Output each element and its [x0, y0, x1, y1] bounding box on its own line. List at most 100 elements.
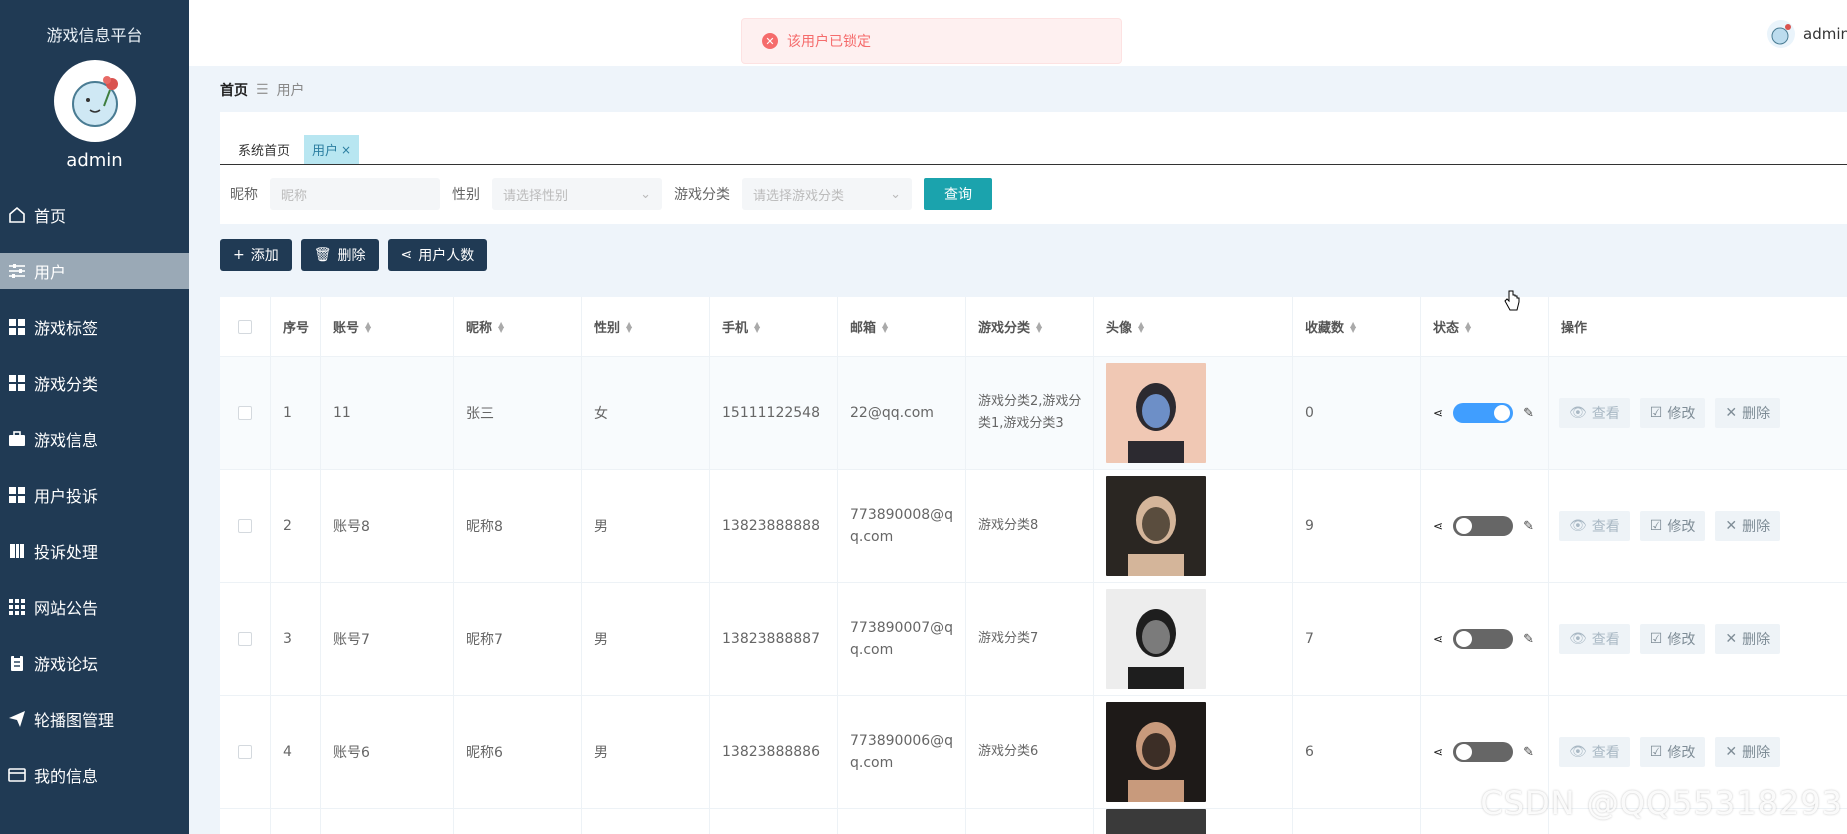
sidebar-item-label: 游戏信息 [34, 431, 99, 450]
top-user-menu[interactable]: admin [1767, 20, 1847, 48]
status-toggle[interactable] [1453, 742, 1514, 762]
edit-pen-icon[interactable]: ✎ [1523, 519, 1534, 534]
delete-button[interactable]: 🗑 删除 [300, 239, 379, 271]
sidebar-item-game-tags[interactable]: 游戏标签 [0, 309, 189, 345]
cell-operations: 👁 查看 ☑ 修改 ✕ 删除 [1549, 357, 1847, 469]
grid-icon [6, 317, 28, 337]
select-all-cell[interactable] [220, 297, 271, 356]
delete-row-button[interactable]: ✕ 删除 [1715, 398, 1781, 428]
header-account[interactable]: 账号 ▲ ▼ [321, 297, 454, 356]
sidebar-item-forum[interactable]: 游戏论坛 [0, 645, 189, 681]
sidebar-item-complaints[interactable]: 用户投诉 [0, 477, 189, 513]
sidebar-item-home[interactable]: 首页 [0, 197, 189, 233]
sort-icon[interactable]: ▲ ▼ [882, 320, 888, 333]
edit-pen-icon[interactable]: ✎ [1523, 632, 1534, 647]
view-button[interactable]: 👁 查看 [1559, 737, 1630, 767]
delete-row-button[interactable]: ✕ 删除 [1715, 511, 1781, 541]
query-button[interactable]: 查询 [924, 178, 992, 210]
avatar-thumbnail[interactable] [1106, 702, 1206, 802]
avatar-thumbnail[interactable] [1106, 476, 1206, 576]
nickname-placeholder: 昵称 [281, 188, 308, 204]
sidebar-item-game-category[interactable]: 游戏分类 [0, 365, 189, 401]
chevron-down-icon: ⌄ [890, 186, 901, 202]
edit-button[interactable]: ☑ 修改 [1639, 624, 1706, 654]
sort-icon[interactable]: ▲ ▼ [1465, 320, 1471, 333]
sidebar-item-carousel[interactable]: 轮播图管理 [0, 701, 189, 737]
delete-row-button[interactable]: ✕ 删除 [1715, 737, 1781, 767]
tab-system-home[interactable]: 系统首页 [230, 135, 298, 164]
cell-phone: 13823888886 [710, 696, 838, 808]
cell-operations: 👁 查看 ☑ 修改 ✕ 删除 [1549, 583, 1847, 695]
header-status[interactable]: 状态 ▲ ▼ [1421, 297, 1549, 356]
avatar-thumbnail[interactable] [1106, 589, 1206, 689]
row-select-cell[interactable] [220, 470, 271, 582]
select-all-checkbox[interactable] [238, 319, 252, 334]
sidebar-item-announcements[interactable]: 网站公告 [0, 589, 189, 625]
user-count-button[interactable]: ⋖ 用户人数 [387, 239, 488, 271]
header-gender[interactable]: 性别 ▲ ▼ [582, 297, 710, 356]
sort-icon[interactable]: ▲ ▼ [754, 320, 760, 333]
row-checkbox[interactable] [238, 519, 252, 533]
delete-row-button[interactable]: ✕ 删除 [1715, 624, 1781, 654]
book-icon [6, 541, 28, 561]
sort-icon[interactable]: ▲ ▼ [1138, 320, 1144, 333]
edit-pen-icon[interactable]: ✎ [1523, 745, 1534, 760]
add-button[interactable]: + 添加 [220, 239, 292, 271]
row-select-cell[interactable] [220, 583, 271, 695]
edit-pen-icon[interactable]: ✎ [1523, 406, 1534, 421]
row-checkbox[interactable] [238, 745, 252, 759]
sort-icon[interactable]: ▲ ▼ [365, 320, 371, 333]
mouse-cursor-icon [1504, 290, 1520, 316]
row-select-cell[interactable] [220, 357, 271, 469]
breadcrumb-home[interactable]: 首页 [220, 80, 248, 100]
cell-favorites: 7 [1293, 583, 1421, 695]
header-email[interactable]: 邮箱 ▲ ▼ [838, 297, 966, 356]
add-label: 添加 [250, 248, 279, 264]
view-button[interactable]: 👁 查看 [1559, 624, 1630, 654]
cell-nickname: 昵称7 [454, 583, 582, 695]
edit-button[interactable]: ☑ 修改 [1639, 398, 1706, 428]
header-avatar[interactable]: 头像 ▲ ▼ [1094, 297, 1293, 356]
nickname-input[interactable]: 昵称 [270, 178, 440, 210]
status-toggle[interactable] [1453, 629, 1514, 649]
sort-icon[interactable]: ▲ ▼ [626, 320, 632, 333]
category-placeholder: 请选择游戏分类 [753, 188, 845, 204]
edit-button[interactable]: ☑ 修改 [1639, 511, 1706, 541]
status-toggle[interactable] [1453, 516, 1514, 536]
header-nickname[interactable]: 昵称 ▲ ▼ [454, 297, 582, 356]
sidebar-item-label: 投诉处理 [34, 543, 99, 562]
edit-icon: ☑ [1649, 631, 1663, 647]
sort-icon[interactable]: ▲ ▼ [1350, 320, 1356, 333]
toolbar: + 添加 🗑 删除 ⋖ 用户人数 [220, 239, 488, 271]
cell-nickname: 昵称6 [454, 696, 582, 808]
sort-icon[interactable]: ▲ ▼ [498, 320, 504, 333]
view-button[interactable]: 👁 查看 [1559, 511, 1630, 541]
cell-index: 4 [271, 696, 321, 808]
share-icon: ⋖ [1433, 745, 1444, 759]
sidebar-item-my-info[interactable]: 我的信息 [0, 757, 189, 793]
sidebar-item-complaint-handling[interactable]: 投诉处理 [0, 533, 189, 569]
header-category[interactable]: 游戏分类 ▲ ▼ [966, 297, 1094, 356]
cell-avatar [1094, 470, 1293, 582]
edit-button[interactable]: ☑ 修改 [1639, 737, 1706, 767]
gender-select[interactable]: 请选择性别 ⌄ [492, 178, 662, 210]
avatar-thumbnail[interactable] [1106, 363, 1206, 463]
header-phone[interactable]: 手机 ▲ ▼ [710, 297, 838, 356]
sort-icon[interactable]: ▲ ▼ [1036, 320, 1042, 333]
sidebar-item-users[interactable]: 用户 [0, 253, 189, 289]
avatar[interactable] [53, 60, 136, 142]
table-row: 3 账号7 昵称7 男 13823888887 773890007@qq.com… [220, 583, 1847, 696]
view-button[interactable]: 👁 查看 [1559, 398, 1630, 428]
row-select-cell[interactable] [220, 696, 271, 808]
header-favorites[interactable]: 收藏数 ▲ ▼ [1293, 297, 1421, 356]
category-select[interactable]: 请选择游戏分类 ⌄ [742, 178, 912, 210]
sidebar-item-game-info[interactable]: 游戏信息 [0, 421, 189, 457]
row-checkbox[interactable] [238, 406, 252, 420]
tab-users[interactable]: 用户 × [304, 135, 360, 164]
status-toggle[interactable] [1453, 403, 1514, 423]
edit-icon: ☑ [1649, 405, 1663, 421]
row-checkbox[interactable] [238, 632, 252, 646]
gender-placeholder: 请选择性别 [503, 188, 569, 204]
sidebar-item-label: 轮播图管理 [34, 711, 115, 730]
close-icon[interactable]: × [341, 143, 351, 157]
